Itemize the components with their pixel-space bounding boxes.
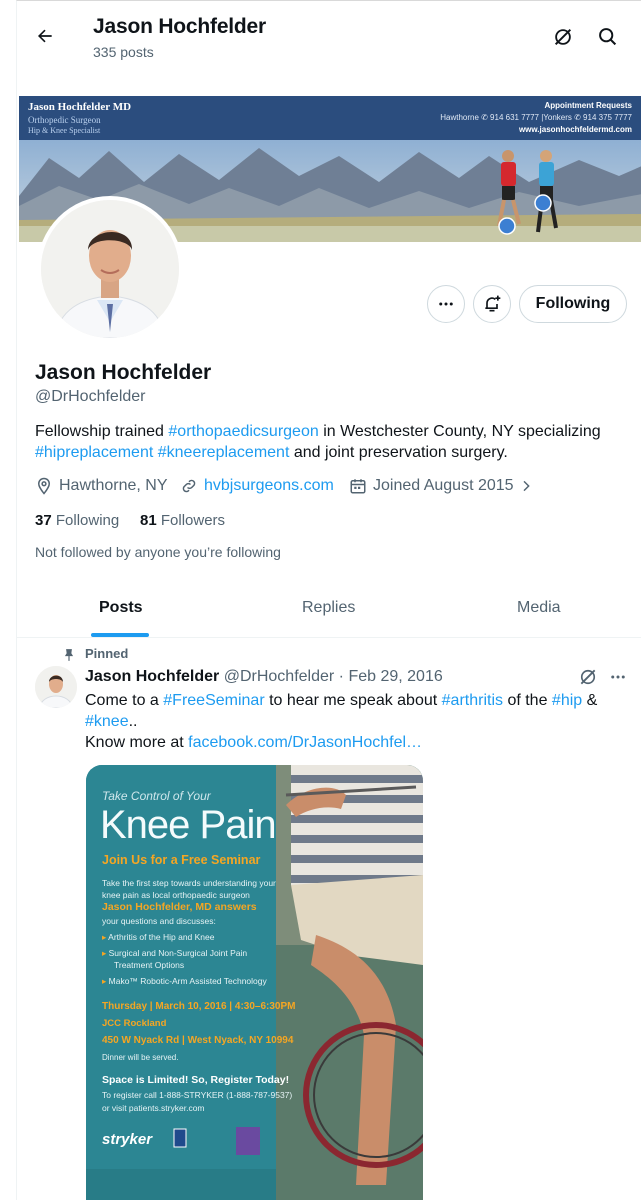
flyer-bullet: ▸ Arthritis of the Hip and Knee: [102, 932, 215, 942]
hashtag-link[interactable]: #kneereplacement: [158, 444, 290, 461]
mutual-followers-note: Not followed by anyone you’re following: [35, 544, 281, 560]
following-count: 37: [35, 512, 52, 529]
flyer-register-line: or visit patients.stryker.com: [102, 1103, 205, 1113]
tweet-text-part: ..: [128, 713, 138, 730]
banner-phone-numbers: Hawthorne ✆ 914 631 7777 |Yonkers ✆ 914 …: [440, 113, 632, 122]
arrow-left-icon: [38, 29, 52, 43]
notifications-button[interactable]: [473, 285, 511, 323]
calendar-icon: [350, 479, 366, 494]
tweet-text-part: &: [582, 692, 598, 709]
flyer-bullet-text: Arthritis of the Hip and Knee: [108, 932, 215, 942]
tweet-more-button[interactable]: [602, 661, 634, 693]
banner-header-strip: Jason Hochfelder MD Orthopedic Surgeon H…: [19, 96, 641, 140]
followers-count-link[interactable]: 81 Followers: [140, 512, 225, 529]
flyer-bullet-text: Treatment Options: [114, 960, 185, 970]
bio-text: and joint preservation surgery.: [289, 444, 508, 461]
flyer-when: Thursday | March 10, 2016 | 4:30–6:30PM: [102, 1001, 296, 1012]
flyer-intro-line: your questions and discusses:: [102, 916, 216, 926]
more-dots-icon: [439, 302, 453, 306]
chevron-right-icon: [523, 480, 530, 492]
flyer-bullet: ▸ Mako™ Robotic-Arm Assisted Technology: [102, 976, 267, 986]
location-text: Hawthorne, NY: [59, 477, 168, 494]
grok-button[interactable]: [545, 19, 581, 55]
more-dots-icon: [611, 675, 625, 679]
flyer-register-line: To register call 1-888-STRYKER (1-888-78…: [102, 1090, 293, 1100]
hashtag-link[interactable]: #knee: [85, 713, 129, 730]
pin-icon: [64, 649, 74, 661]
search-button[interactable]: [589, 18, 625, 54]
profile-joined[interactable]: Joined August 2015: [349, 477, 540, 495]
tab-posts[interactable]: Posts: [99, 599, 143, 617]
tweet-media-image[interactable]: Take Control of Your Knee Pain Join Us f…: [86, 765, 423, 1200]
profile-handle: @DrHochfelder: [35, 388, 146, 405]
flyer-venue: JCC Rockland: [102, 1018, 167, 1029]
hashtag-link[interactable]: #orthopaedicsurgeon: [168, 423, 318, 440]
tweet-text-part: Come to a: [85, 692, 164, 709]
following-label: Following: [55, 512, 120, 529]
followers-label: Followers: [160, 512, 226, 529]
banner-appointment-label: Appointment Requests: [544, 101, 632, 110]
flyer-dinner: Dinner will be served.: [102, 1053, 179, 1062]
flyer-bullet: ▸ Surgical and Non-Surgical Joint Pain: [102, 948, 248, 958]
hashtag-link[interactable]: #hipreplacement: [35, 444, 153, 461]
header-title: Jason Hochfelder: [93, 15, 267, 38]
tab-replies[interactable]: Replies: [302, 599, 355, 617]
tweet-text-part: Know more at: [85, 734, 189, 751]
banner-subspecialty: Hip & Knee Specialist: [28, 126, 101, 135]
flyer-speaker: Jason Hochfelder, MD answers: [102, 901, 257, 913]
flyer-address: 450 W Nyack Rd | West Nyack, NY 10994: [102, 1035, 294, 1046]
following-count-link[interactable]: 37 Following: [35, 512, 119, 529]
flyer-bullet-text: Surgical and Non-Surgical Joint Pain: [108, 948, 248, 958]
hashtag-link[interactable]: #FreeSeminar: [163, 692, 264, 709]
flyer-kicker: Take Control of Your: [102, 789, 211, 803]
banner-specialty: Orthopedic Surgeon: [28, 115, 101, 125]
tweet-external-link[interactable]: facebook.com/DrJasonHochfel…: [188, 734, 422, 751]
followers-count: 81: [140, 512, 157, 529]
hashtag-link[interactable]: #arthritis: [442, 692, 503, 709]
bio-text: in Westchester County, NY specializing: [318, 423, 601, 440]
flyer-title: Knee Pain: [100, 803, 277, 847]
banner-doctor-name: Jason Hochfelder MD: [28, 101, 132, 113]
flyer-intro-line: Take the first step towards understandin…: [102, 878, 276, 888]
joined-text: Joined August 2015: [373, 477, 514, 494]
grok-icon: [580, 669, 596, 685]
profile-avatar[interactable]: [37, 196, 183, 342]
tab-media[interactable]: Media: [517, 599, 561, 617]
website-link[interactable]: hvbjsurgeons.com: [204, 477, 334, 495]
profile-page: Jason Hochfelder 335 posts Jason Hochfel…: [16, 0, 641, 1200]
following-button[interactable]: Following: [519, 285, 627, 323]
profile-website[interactable]: hvbjsurgeons.com: [180, 477, 334, 495]
profile-bio: Fellowship trained #orthopaedicsurgeon i…: [35, 421, 635, 463]
tweet-header: Jason Hochfelder @DrHochfelder · Feb 29,…: [85, 668, 443, 686]
location-pin-icon: [37, 477, 51, 495]
tabs-divider: [17, 637, 641, 638]
bio-text: Fellowship trained: [35, 423, 169, 440]
tweet-text: Come to a #FreeSeminar to hear me speak …: [85, 690, 625, 753]
flyer-bullet-text: Mako™ Robotic-Arm Assisted Technology: [108, 976, 267, 986]
bell-plus-icon: [485, 295, 501, 312]
stryker-logo: stryker: [102, 1131, 153, 1148]
tweet-avatar[interactable]: [35, 666, 77, 708]
tweet-grok-button[interactable]: [572, 661, 604, 693]
avatar-photo: [41, 200, 179, 338]
grok-icon: [554, 28, 572, 46]
tweet-text-part: of the: [503, 692, 552, 709]
flyer-space-limited: Space is Limited! So, Register Today!: [102, 1074, 290, 1086]
flyer-subtitle: Join Us for a Free Seminar: [102, 853, 261, 867]
link-icon: [182, 479, 196, 493]
tweet-handle-date[interactable]: @DrHochfelder · Feb 29, 2016: [224, 668, 443, 685]
profile-location: Hawthorne, NY: [35, 477, 168, 495]
back-button[interactable]: [27, 18, 63, 54]
flyer-intro-line: knee pain as local orthopaedic surgeon: [102, 890, 250, 900]
tweet-author[interactable]: Jason Hochfelder: [85, 668, 219, 685]
pinned-label: Pinned: [85, 646, 129, 661]
profile-name: Jason Hochfelder: [35, 361, 212, 384]
hashtag-link[interactable]: #hip: [552, 692, 582, 709]
tweet-text-part: to hear me speak about: [264, 692, 442, 709]
more-options-button[interactable]: [427, 285, 465, 323]
banner-website: www.jasonhochfeldermd.com: [518, 125, 632, 134]
search-icon: [598, 27, 616, 45]
post-count: 335 posts: [93, 44, 154, 60]
